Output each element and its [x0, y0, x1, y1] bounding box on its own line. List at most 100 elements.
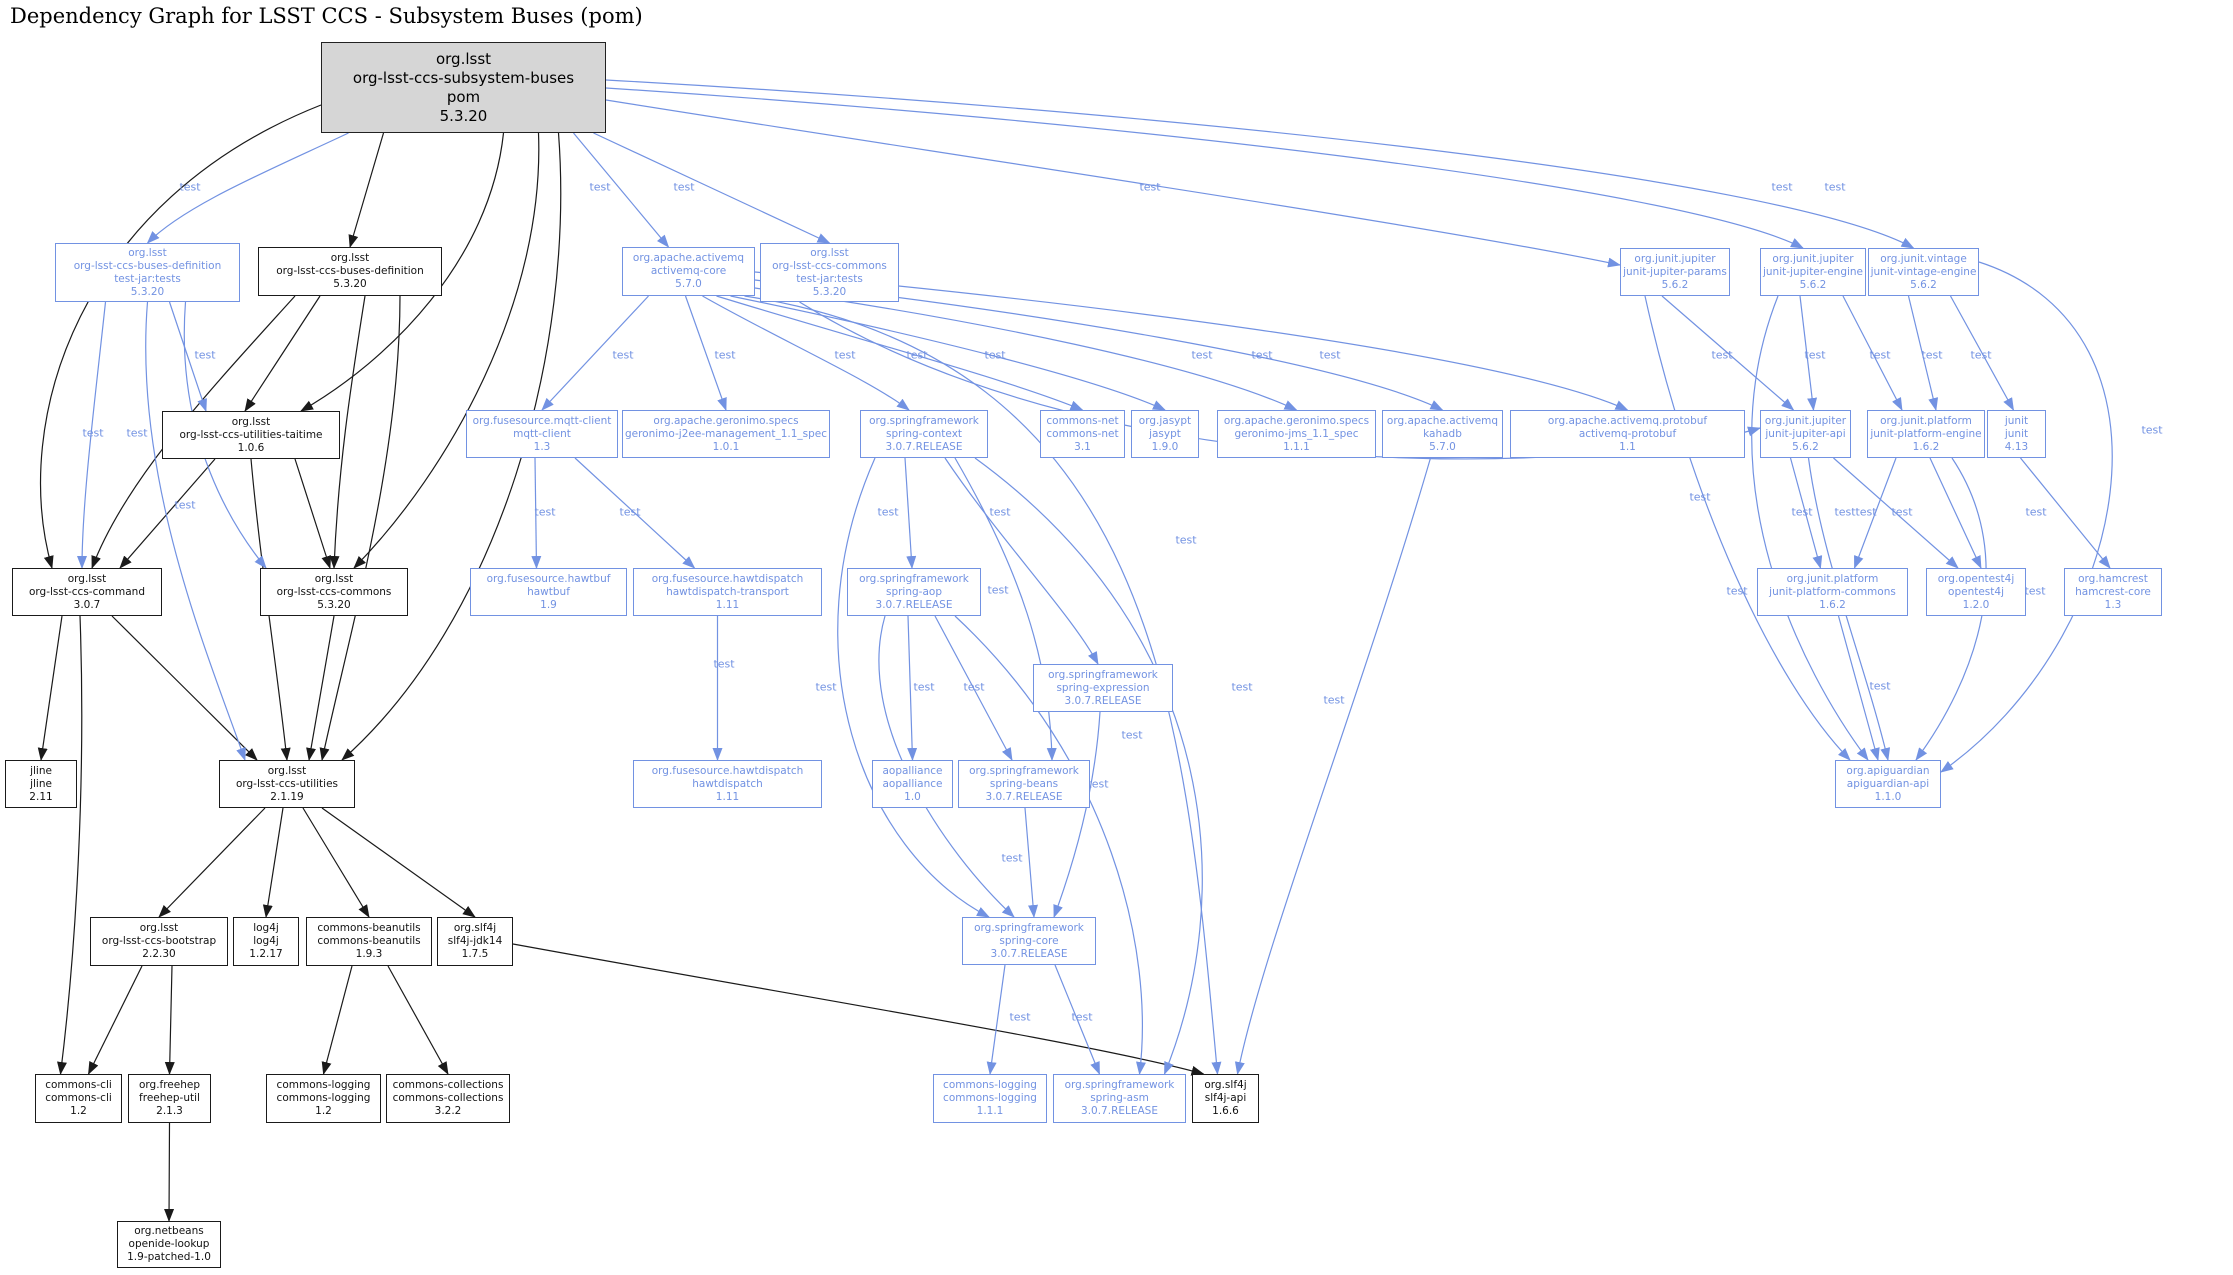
node-label-line: test-jar:tests — [114, 273, 181, 286]
node-label-line: 3.0.7.RELEASE — [876, 599, 953, 612]
edge-scope-label: test — [1834, 507, 1855, 518]
node-label-line: test-jar:tests — [796, 273, 863, 286]
node-label-line: 3.0.7.RELEASE — [1081, 1105, 1158, 1118]
node-label-line: spring-aop — [886, 586, 942, 599]
graph-title: Dependency Graph for LSST CCS - Subsyste… — [10, 4, 643, 28]
node-label-line: hawtbuf — [527, 586, 570, 599]
node-label-line: 5.3.20 — [440, 107, 488, 126]
node-label-line: org.apache.geronimo.specs — [653, 415, 798, 428]
node-label-line: 5.6.2 — [1662, 279, 1689, 292]
node-openide: org.netbeansopenide-lookup1.9-patched-1.… — [117, 1221, 221, 1268]
edge-scope-label: test — [913, 682, 934, 693]
node-label-line: 2.1.19 — [270, 791, 303, 804]
edge-scope-label: test — [2141, 425, 2162, 436]
node-label-line: 1.7.5 — [462, 948, 489, 961]
edge-scope-label: test — [1791, 507, 1812, 518]
edge-sctx-sexp — [945, 458, 1098, 664]
node-ham: org.hamcresthamcrest-core1.3 — [2064, 568, 2162, 616]
node-label-line: org-lsst-ccs-utilities — [236, 778, 338, 791]
node-label-line: org.apache.activemq.protobuf — [1548, 415, 1707, 428]
node-label-line: 1.3 — [2105, 599, 2122, 612]
node-bdtj: org.lsstorg-lsst-ccs-buses-definitiontes… — [55, 243, 240, 302]
node-util: org.lsstorg-lsst-ccs-utilities2.1.19 — [219, 760, 355, 808]
edge-scope-label: test — [714, 350, 735, 361]
edge-bd-util — [322, 296, 400, 760]
node-label-line: org.lsst — [232, 416, 271, 429]
node-label-line: openide-lookup — [129, 1238, 210, 1251]
node-label-line: 3.0.7.RELEASE — [886, 441, 963, 454]
node-label-line: 3.0.7.RELEASE — [1065, 695, 1142, 708]
node-label-line: activemq-protobuf — [1579, 428, 1676, 441]
node-label-line: geronimo-j2ee-management_1.1_spec — [625, 428, 827, 441]
node-label-line: org.lsst — [268, 765, 307, 778]
node-clog12: commons-loggingcommons-logging1.2 — [266, 1074, 381, 1123]
node-label-line: 1.3 — [534, 441, 551, 454]
node-label-line: 5.3.20 — [131, 286, 164, 299]
edge-scope-label: test — [1175, 535, 1196, 546]
node-label-line: spring-asm — [1090, 1092, 1149, 1105]
edge-scope-label: test — [194, 350, 215, 361]
node-label-line: aopalliance — [882, 765, 942, 778]
node-root: org.lsstorg-lsst-ccs-subsystem-busespom5… — [321, 42, 606, 133]
node-label-line: commons-beanutils — [317, 935, 420, 948]
dependency-graph-canvas: Dependency Graph for LSST CCS - Subsyste… — [0, 0, 2233, 1275]
node-ctj: org.lsstorg-lsst-ccs-commonstest-jar:tes… — [760, 243, 899, 302]
edge-scope-label: test — [589, 182, 610, 193]
node-label-line: commons-net — [1046, 428, 1118, 441]
node-label-line: spring-beans — [990, 778, 1058, 791]
edge-scope-label: test — [126, 428, 147, 439]
node-label-line: commons-logging — [943, 1092, 1037, 1105]
node-label-line: 3.0.7.RELEASE — [986, 791, 1063, 804]
node-otj: org.opentest4jopentest4j1.2.0 — [1926, 568, 2026, 616]
node-label-line: 1.2.0 — [1963, 599, 1990, 612]
node-jdk14: org.slf4jslf4j-jdk141.7.5 — [437, 917, 513, 966]
edge-root-amq — [574, 133, 669, 247]
node-amq: org.apache.activemqactivemq-core5.7.0 — [622, 247, 755, 296]
node-label-line: 1.1.0 — [1875, 791, 1902, 804]
node-label-line: hawtdispatch — [692, 778, 763, 791]
node-jline: jlinejline2.11 — [5, 760, 77, 808]
node-label-line: org.lsst — [331, 252, 370, 265]
edge-scope-label: test — [1921, 350, 1942, 361]
edge-scope-label: test — [1087, 779, 1108, 790]
node-label-line: org.junit.jupiter — [1772, 253, 1853, 266]
node-label-line: slf4j-api — [1205, 1092, 1247, 1105]
node-label-line: 1.0 — [904, 791, 921, 804]
node-label-line: aopalliance — [882, 778, 942, 791]
node-label-line: org.hamcrest — [2078, 573, 2148, 586]
node-label-line: org-lsst-ccs-subsystem-buses — [353, 69, 574, 88]
node-ccoll: commons-collectionscommons-collections3.… — [386, 1074, 510, 1123]
node-cnet: commons-netcommons-net3.1 — [1040, 410, 1125, 458]
node-label-line: org.lsst — [68, 573, 107, 586]
node-label-line: commons-logging — [943, 1079, 1037, 1092]
node-hawtbuf: org.fusesource.hawtbufhawtbuf1.9 — [470, 568, 627, 616]
node-sctx: org.springframeworkspring-context3.0.7.R… — [860, 410, 988, 458]
edge-root-bdtj — [148, 133, 349, 243]
edge-scope-label: test — [1726, 586, 1747, 597]
node-label-line: org.springframework — [1048, 669, 1158, 682]
edge-scope-label: test — [174, 500, 195, 511]
node-label-line: 1.6.6 — [1212, 1105, 1239, 1118]
edge-bean-ccoll — [388, 966, 448, 1074]
node-label-line: org-lsst-ccs-buses-definition — [74, 260, 222, 273]
node-label-line: junit — [2005, 415, 2028, 428]
edge-scope-label: test — [877, 507, 898, 518]
node-label-line: org.lsst — [810, 247, 849, 260]
node-label-line: 1.9-patched-1.0 — [127, 1251, 211, 1264]
node-cmd: org.lsstorg-lsst-ccs-command3.0.7 — [12, 568, 162, 616]
node-label-line: junit-jupiter-api — [1765, 428, 1845, 441]
edge-amq-cnet — [717, 296, 1083, 410]
node-label-line: kahadb — [1423, 428, 1462, 441]
edge-scope-label: test — [1869, 350, 1890, 361]
node-japi: org.junit.jupiterjunit-jupiter-api5.6.2 — [1760, 410, 1851, 458]
node-jpc: org.junit.platformjunit-platform-commons… — [1757, 568, 1908, 616]
node-label-line: commons-logging — [277, 1079, 371, 1092]
node-label-line: 1.11 — [716, 791, 739, 804]
node-label-line: 5.7.0 — [1429, 441, 1456, 454]
edge-util-bean — [303, 808, 369, 917]
edge-jdk14-slf4j — [513, 944, 1204, 1074]
node-label-line: jline — [30, 765, 52, 778]
edge-scope-label: test — [963, 682, 984, 693]
node-label-line: 2.2.30 — [142, 948, 175, 961]
node-label-line: org.lsst — [315, 573, 354, 586]
